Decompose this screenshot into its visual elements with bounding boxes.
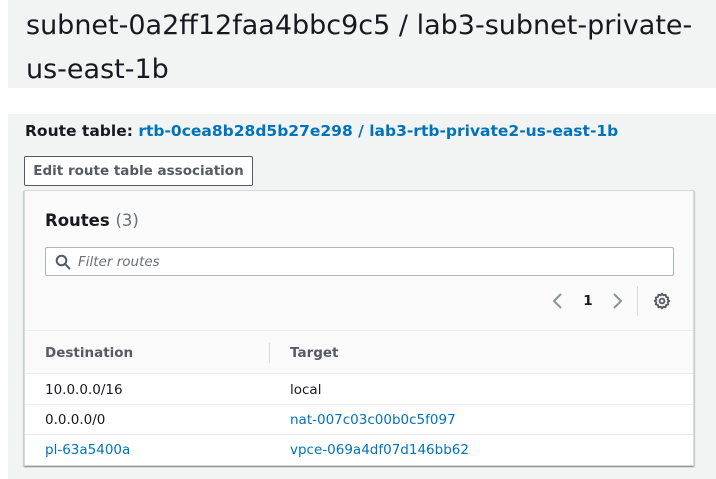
- chevron-right-icon[interactable]: [608, 291, 626, 311]
- route-table-label: Route table:: [25, 122, 133, 140]
- column-header-destination: Destination: [45, 345, 134, 361]
- route-table-heading: Route table: rtb-0cea8b28d5b27e298 / lab…: [25, 120, 618, 142]
- table-row: 0.0.0.0/0 nat-007c03c00b0c5f097: [25, 405, 693, 435]
- routes-title-text: Routes: [45, 211, 110, 230]
- pagination-current-page[interactable]: 1: [581, 292, 595, 310]
- route-destination: 0.0.0.0/0: [45, 412, 106, 428]
- page-title-line-1: subnet-0a2ff12faa4bbc9c5 / lab3-subnet-p…: [26, 10, 693, 41]
- pagination-divider: [637, 286, 638, 316]
- table-row: pl-63a5400a vpce-069a4df07d146bb62: [25, 435, 693, 465]
- column-header-target: Target: [290, 345, 339, 361]
- route-target: local: [290, 382, 322, 398]
- filter-routes-field[interactable]: [45, 247, 674, 276]
- chevron-left-icon[interactable]: [549, 291, 567, 311]
- route-target-link[interactable]: vpce-069a4df07d146bb62: [290, 441, 469, 459]
- edit-route-table-association-button[interactable]: Edit route table association: [24, 156, 253, 186]
- routes-count: (3): [115, 211, 139, 230]
- filter-routes-input[interactable]: [78, 251, 668, 272]
- page-title: subnet-0a2ff12faa4bbc9c5 / lab3-subnet-p…: [26, 4, 706, 92]
- route-table-id-link[interactable]: rtb-0cea8b28d5b27e298: [138, 122, 352, 140]
- column-divider: [269, 343, 270, 363]
- route-table-separator: /: [358, 122, 364, 140]
- search-icon: [55, 254, 71, 270]
- route-destination: 10.0.0.0/16: [45, 382, 123, 398]
- page-title-line-2: us-east-1b: [26, 54, 169, 85]
- table-row: 10.0.0.0/16 local: [25, 375, 693, 405]
- routes-header: Routes (3) 1: [25, 191, 693, 331]
- route-table-name-link[interactable]: lab3-rtb-private2-us-east-1b: [369, 122, 618, 140]
- route-destination-link[interactable]: pl-63a5400a: [45, 441, 130, 459]
- routes-title: Routes (3): [45, 210, 139, 232]
- route-target-link[interactable]: nat-007c03c00b0c5f097: [290, 411, 456, 429]
- gear-icon[interactable]: [653, 292, 671, 310]
- routes-container: Routes (3) 1 Destination Target: [24, 190, 694, 466]
- routes-table-header: Destination Target: [25, 332, 693, 374]
